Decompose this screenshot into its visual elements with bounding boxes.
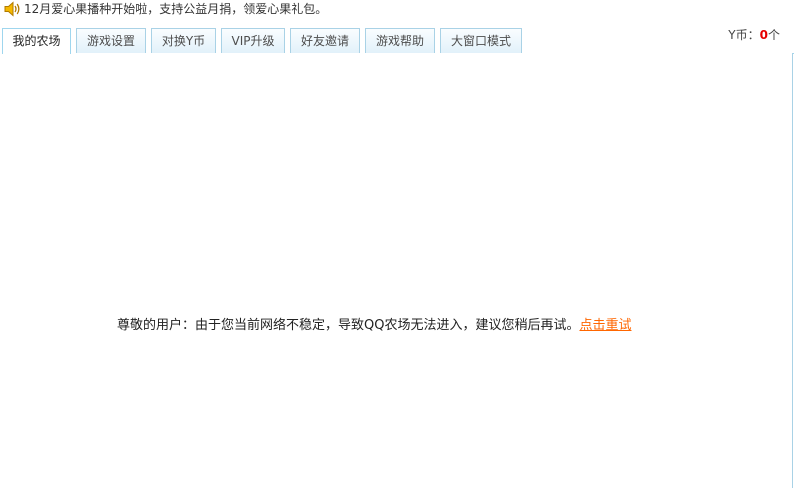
tab-bar: 我的农场 游戏设置 对换Y币 VIP升级 好友邀请 游戏帮助 大窗口模式: [0, 28, 794, 54]
tab-my-farm[interactable]: 我的农场: [2, 28, 71, 54]
retry-link[interactable]: 点击重试: [579, 318, 631, 333]
error-text: 尊敬的用户：由于您当前网络不稳定，导致QQ农场无法进入，建议您稍后再试。: [117, 318, 580, 333]
tab-vip-upgrade[interactable]: VIP升级: [221, 28, 285, 53]
farm-page: 12月爱心果播种开始啦，支持公益月捐，领爱心果礼包。 我的农场 游戏设置 对换Y…: [0, 0, 794, 488]
speaker-icon: [4, 1, 22, 17]
game-content-area: [0, 53, 793, 488]
ycoin-count: 0: [759, 28, 768, 42]
notice-text[interactable]: 12月爱心果播种开始啦，支持公益月捐，领爱心果礼包。: [24, 1, 327, 17]
ycoin-label: Y币：: [728, 28, 760, 42]
tab-friend-invite[interactable]: 好友邀请: [290, 28, 360, 53]
network-error-message: 尊敬的用户：由于您当前网络不稳定，导致QQ农场无法进入，建议您稍后再试。点击重试: [117, 317, 631, 335]
notice-bar: 12月爱心果播种开始啦，支持公益月捐，领爱心果礼包。: [0, 0, 327, 18]
tab-game-help[interactable]: 游戏帮助: [365, 28, 435, 53]
ycoin-balance: Y币：0个: [728, 27, 780, 43]
tab-game-settings[interactable]: 游戏设置: [76, 28, 146, 53]
ycoin-unit: 个: [767, 28, 780, 42]
tab-large-window-mode[interactable]: 大窗口模式: [440, 28, 522, 53]
tab-exchange-ycoin[interactable]: 对换Y币: [151, 28, 216, 53]
